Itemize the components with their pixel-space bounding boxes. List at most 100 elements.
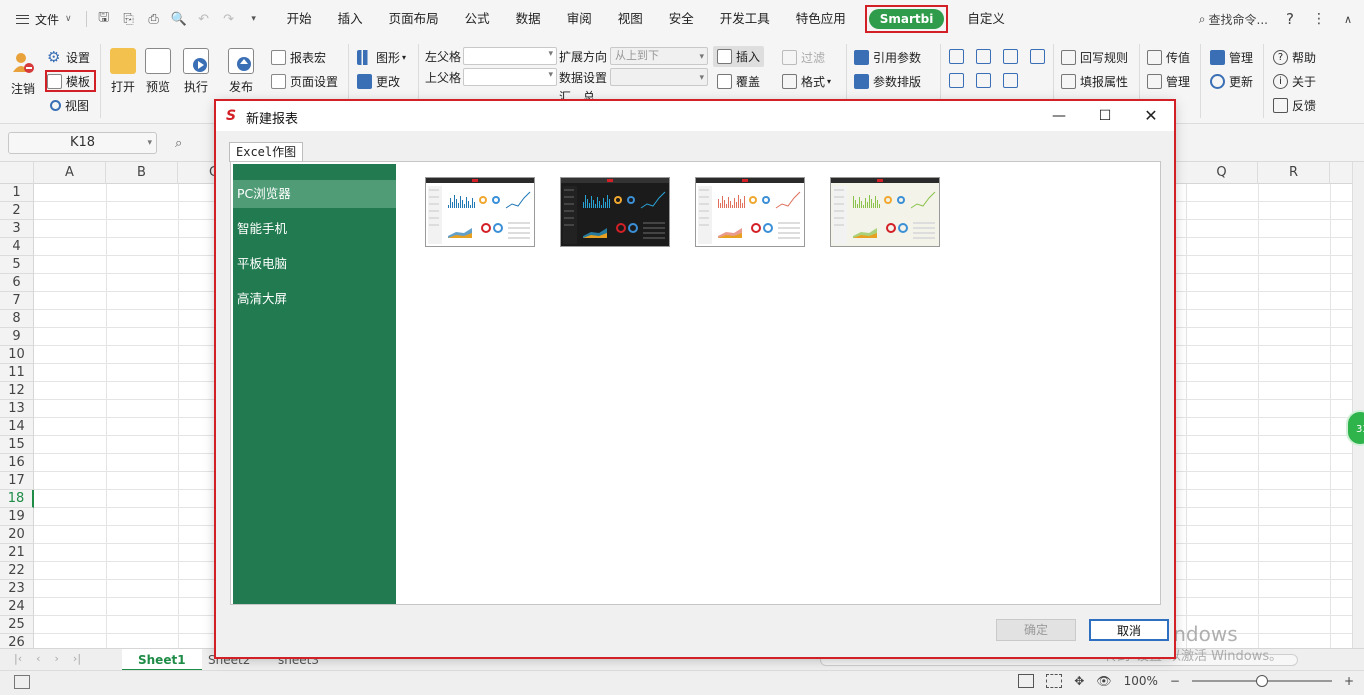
feedback-button[interactable]: 反馈	[1273, 97, 1316, 114]
row-header[interactable]: 20	[0, 526, 34, 544]
row-header[interactable]: 21	[0, 544, 34, 562]
tab-special-apps[interactable]: 特色应用	[783, 0, 859, 38]
row-header[interactable]: 13	[0, 400, 34, 418]
zoom-level[interactable]: 100%	[1124, 674, 1158, 688]
execute-button[interactable]: 执行	[183, 48, 209, 95]
report-macro-button[interactable]: 报表宏	[271, 49, 326, 66]
command-search[interactable]: ⌕ 查找命令...	[1199, 11, 1268, 28]
tab-security[interactable]: 安全	[656, 0, 707, 38]
param-layout-button[interactable]: 参数排版	[854, 73, 921, 90]
manage-button-2[interactable]: 管理	[1210, 49, 1253, 66]
tab-review[interactable]: 审阅	[554, 0, 605, 38]
insert-mode-button[interactable]: 插入	[713, 46, 765, 67]
top-parent-select[interactable]	[463, 68, 557, 86]
row-header[interactable]: 1	[0, 184, 34, 202]
tab-developer[interactable]: 开发工具	[707, 0, 783, 38]
tab-home[interactable]: 开始	[274, 0, 325, 38]
cover-mode-button[interactable]: 覆盖	[717, 73, 760, 90]
row-header[interactable]: 2	[0, 202, 34, 220]
row-header[interactable]: 18	[0, 490, 34, 508]
about-button[interactable]: i 关于	[1273, 73, 1316, 90]
row-header[interactable]: 10	[0, 346, 34, 364]
row-header[interactable]: 9	[0, 328, 34, 346]
row-header[interactable]: 16	[0, 454, 34, 472]
save-icon[interactable]: 🖫	[96, 10, 112, 27]
row-header[interactable]: 14	[0, 418, 34, 436]
manage-button-1[interactable]: 管理	[1147, 73, 1190, 90]
tab-insert[interactable]: 插入	[325, 0, 376, 38]
dropdown-widget-icon[interactable]	[976, 49, 991, 64]
select-all-corner[interactable]	[0, 162, 34, 184]
table-widget-icon[interactable]	[949, 73, 964, 88]
view-button[interactable]: 视图	[50, 97, 89, 114]
page-break-view-icon[interactable]	[1046, 674, 1063, 688]
vertical-scrollbar[interactable]	[1352, 162, 1364, 648]
left-parent-select[interactable]	[463, 47, 557, 65]
row-header[interactable]: 17	[0, 472, 34, 490]
prev-sheet-icon[interactable]: ‹	[36, 652, 40, 665]
writeback-rules-button[interactable]: 回写规则	[1061, 49, 1128, 66]
row-header[interactable]: 8	[0, 310, 34, 328]
floating-badge[interactable]: 33	[1346, 410, 1364, 446]
tab-formulas[interactable]: 公式	[452, 0, 503, 38]
resize-widget-icon[interactable]	[1003, 73, 1018, 88]
tab-data[interactable]: 数据	[503, 0, 554, 38]
page-layout-view-icon[interactable]: ✥	[1074, 674, 1084, 688]
column-header-q[interactable]: Q	[1186, 162, 1258, 184]
chart-button[interactable]: 图形 ▾	[357, 49, 406, 66]
tab-custom[interactable]: 自定义	[954, 0, 1018, 38]
change-chart-button[interactable]: 更改	[357, 73, 400, 90]
expand-direction-select[interactable]: 从上到下	[610, 47, 708, 65]
tab-view[interactable]: 视图	[605, 0, 656, 38]
widget-icon[interactable]	[949, 49, 964, 64]
preview-button[interactable]: 预览	[145, 48, 171, 95]
name-box[interactable]: K18	[8, 132, 157, 154]
tab-page-layout[interactable]: 页面布局	[376, 0, 452, 38]
update-button[interactable]: 更新	[1210, 73, 1253, 90]
ref-params-button[interactable]: 引用参数	[854, 49, 921, 66]
help-icon[interactable]: ?	[1286, 10, 1294, 28]
help-button[interactable]: ? 帮助	[1273, 49, 1316, 66]
logout-button[interactable]: 注销	[10, 50, 36, 97]
export-icon[interactable]: ⎘	[121, 11, 137, 27]
normal-view-icon[interactable]	[1018, 674, 1035, 688]
open-button[interactable]: 打开	[110, 48, 136, 95]
filter-button[interactable]: 过滤	[782, 49, 825, 66]
format-button[interactable]: 格式 ▾	[782, 73, 831, 90]
row-header[interactable]: 19	[0, 508, 34, 526]
last-sheet-icon[interactable]: ›|	[73, 652, 81, 665]
row-header[interactable]: 26	[0, 634, 34, 648]
row-header[interactable]: 22	[0, 562, 34, 580]
fill-props-button[interactable]: 填报属性	[1061, 73, 1128, 90]
first-sheet-icon[interactable]: |‹	[14, 652, 22, 665]
file-menu[interactable]: 文件 ∨	[16, 11, 72, 28]
row-header[interactable]: 4	[0, 238, 34, 256]
macro-record-icon[interactable]	[14, 675, 30, 689]
tab-smartbi[interactable]: Smartbi	[864, 5, 949, 33]
publish-button[interactable]: 发布	[228, 48, 254, 95]
row-header[interactable]: 23	[0, 580, 34, 598]
column-header-a[interactable]: A	[34, 162, 106, 184]
zoom-slider-knob[interactable]	[1255, 675, 1268, 687]
row-header[interactable]: 5	[0, 256, 34, 274]
row-header[interactable]: 7	[0, 292, 34, 310]
row-header[interactable]: 15	[0, 436, 34, 454]
row-header[interactable]: 11	[0, 364, 34, 382]
data-settings-select[interactable]	[610, 68, 708, 86]
zoom-out-icon[interactable]: −	[1170, 674, 1180, 688]
page-setup-button[interactable]: 页面设置	[271, 73, 338, 90]
zoom-in-icon[interactable]: +	[1344, 674, 1354, 688]
print-preview-icon[interactable]: 🔍	[171, 11, 187, 27]
print-icon[interactable]: ⎙	[146, 11, 162, 27]
data-settings-label[interactable]: 数据设置	[559, 69, 607, 86]
next-sheet-icon[interactable]: ›	[55, 652, 59, 665]
row-header[interactable]: 24	[0, 598, 34, 616]
more-icon[interactable]: ⋮	[1312, 11, 1326, 27]
sheet-tab-sheet1[interactable]: Sheet1	[122, 649, 202, 671]
panel-widget-icon[interactable]	[1003, 49, 1018, 64]
settings-button[interactable]: ⚙ 设置	[47, 49, 90, 66]
customize-dropdown-icon[interactable]: ▾	[246, 11, 262, 27]
row-header[interactable]: 12	[0, 382, 34, 400]
column-header-r[interactable]: R	[1258, 162, 1330, 184]
reading-mode-icon[interactable]: 👁	[1096, 674, 1111, 688]
